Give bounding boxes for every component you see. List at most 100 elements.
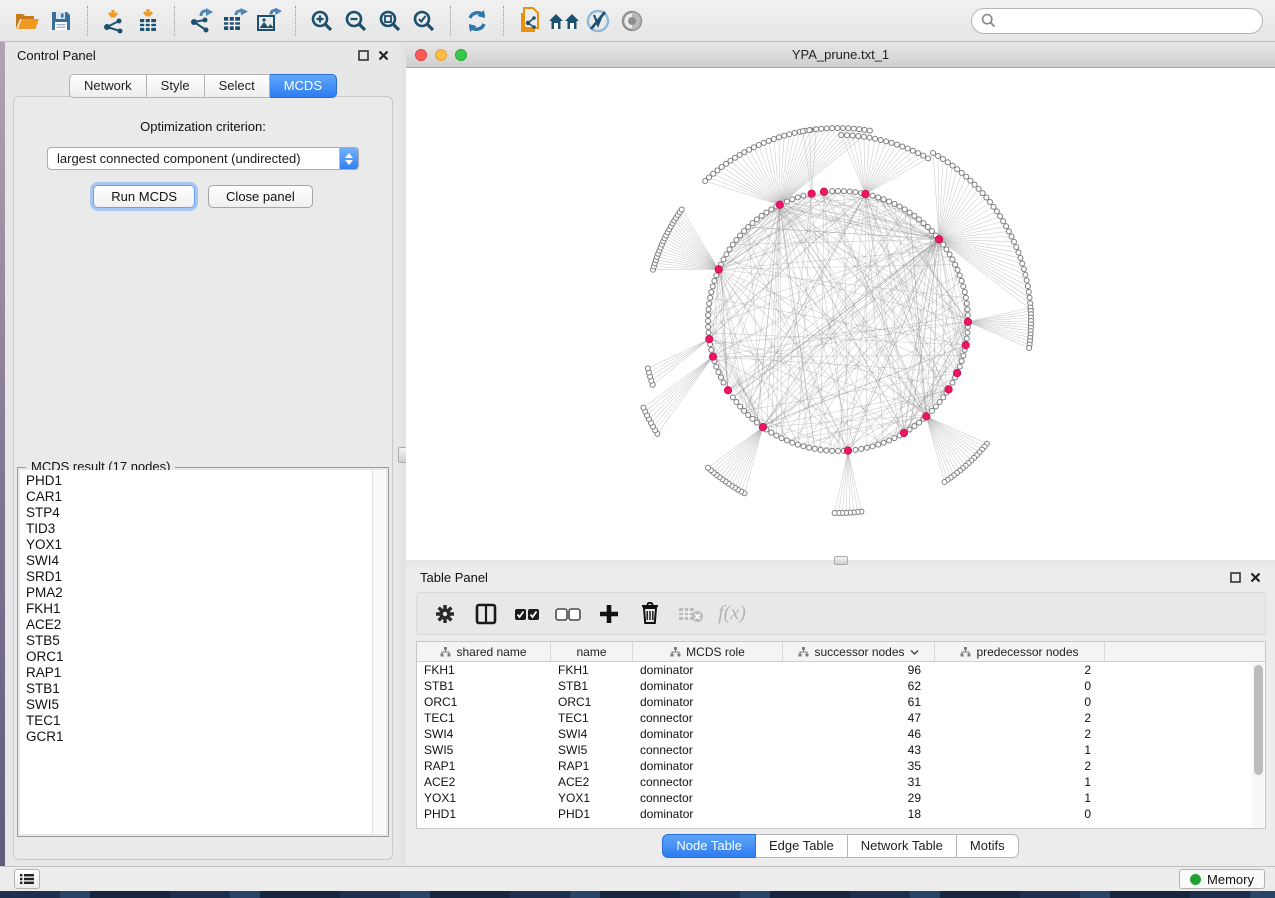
cell-predecessor-nodes: 2 xyxy=(935,758,1105,774)
tab-edge-table[interactable]: Edge Table xyxy=(756,834,848,858)
table-row[interactable]: TEC1TEC1connector472 xyxy=(417,710,1265,726)
result-list-item[interactable]: YOX1 xyxy=(26,537,372,553)
table-settings-gear-icon[interactable] xyxy=(429,598,461,630)
zoom-out-icon[interactable] xyxy=(339,5,373,37)
create-column-icon[interactable] xyxy=(593,598,625,630)
network-view-canvas[interactable] xyxy=(406,68,1275,560)
result-list-item[interactable]: RAP1 xyxy=(26,665,372,681)
result-list-item[interactable]: TEC1 xyxy=(26,713,372,729)
table-row[interactable]: SWI5SWI5connector431 xyxy=(417,742,1265,758)
float-window-icon[interactable] xyxy=(1230,572,1241,583)
mcds-result-list[interactable]: PHD1CAR1STP4TID3YOX1SWI4SRD1PMA2FKH1ACE2… xyxy=(20,470,372,834)
table-row[interactable]: YOX1YOX1connector291 xyxy=(417,790,1265,806)
tab-select[interactable]: Select xyxy=(205,74,270,98)
run-mcds-button[interactable]: Run MCDS xyxy=(93,185,195,208)
import-network-icon[interactable] xyxy=(97,5,131,37)
tab-style[interactable]: Style xyxy=(147,74,205,98)
node-table: shared namenameMCDS rolesuccessor nodesp… xyxy=(416,641,1266,829)
result-list-item[interactable]: SWI5 xyxy=(26,697,372,713)
result-list-item[interactable]: PHD1 xyxy=(26,473,372,489)
column-header-successor-nodes[interactable]: successor nodes xyxy=(783,642,935,661)
table-row[interactable]: RAP1RAP1dominator352 xyxy=(417,758,1265,774)
result-list-item[interactable]: STB5 xyxy=(26,633,372,649)
result-list-scrollbar[interactable] xyxy=(372,470,386,834)
function-builder-icon[interactable]: f(x) xyxy=(716,598,748,630)
select-all-icon[interactable] xyxy=(511,598,543,630)
float-window-icon[interactable] xyxy=(358,50,369,61)
save-icon[interactable] xyxy=(44,5,78,37)
table-scrollbar[interactable] xyxy=(1252,663,1264,827)
table-row[interactable]: FKH1FKH1dominator962 xyxy=(417,662,1265,678)
zoom-selected-icon[interactable] xyxy=(407,5,441,37)
tab-network-table[interactable]: Network Table xyxy=(848,834,957,858)
result-list-item[interactable]: SWI4 xyxy=(26,553,372,569)
tab-motifs[interactable]: Motifs xyxy=(957,834,1019,858)
hide-selected-icon[interactable] xyxy=(581,5,615,37)
export-image-icon[interactable] xyxy=(252,5,286,37)
result-list-item[interactable]: PMA2 xyxy=(26,585,372,601)
zoom-fit-icon[interactable] xyxy=(373,5,407,37)
cell-shared-name: YOX1 xyxy=(417,790,551,806)
show-all-icon[interactable] xyxy=(615,5,649,37)
control-panel-tabs: NetworkStyleSelectMCDS xyxy=(5,74,401,98)
show-task-history-button[interactable] xyxy=(14,869,40,889)
control-panel: Control Panel NetworkStyleSelectMCDS Opt… xyxy=(5,42,401,866)
refresh-layout-icon[interactable] xyxy=(460,5,494,37)
result-list-item[interactable]: STP4 xyxy=(26,505,372,521)
memory-status-icon xyxy=(1190,874,1201,885)
column-header-MCDS-role[interactable]: MCDS role xyxy=(633,642,783,661)
control-panel-titlebar: Control Panel xyxy=(5,42,401,68)
show-columns-icon[interactable] xyxy=(470,598,502,630)
cell-successor-nodes: 31 xyxy=(783,774,935,790)
result-list-item[interactable]: ACE2 xyxy=(26,617,372,633)
table-scrollbar-thumb[interactable] xyxy=(1254,665,1263,775)
result-list-item[interactable]: STB1 xyxy=(26,681,372,697)
cell-shared-name: FKH1 xyxy=(417,662,551,678)
search-input[interactable] xyxy=(1002,13,1253,28)
import-table-icon[interactable] xyxy=(131,5,165,37)
tab-mcds[interactable]: MCDS xyxy=(270,74,337,98)
cell-predecessor-nodes: 1 xyxy=(935,742,1105,758)
cell-name: STB1 xyxy=(551,678,633,694)
memory-button[interactable]: Memory xyxy=(1179,869,1265,889)
tab-network[interactable]: Network xyxy=(69,74,147,98)
close-panel-icon[interactable] xyxy=(1250,572,1261,583)
cell-MCDS-role: dominator xyxy=(633,758,783,774)
export-network-icon[interactable] xyxy=(184,5,218,37)
deselect-all-icon[interactable] xyxy=(552,598,584,630)
desktop-wallpaper-bottom xyxy=(0,891,1275,898)
criterion-dropdown[interactable]: largest connected component (undirected) xyxy=(47,147,359,170)
result-list-item[interactable]: CAR1 xyxy=(26,489,372,505)
cell-shared-name: RAP1 xyxy=(417,758,551,774)
close-panel-button[interactable]: Close panel xyxy=(208,185,313,208)
table-row[interactable]: ACE2ACE2connector311 xyxy=(417,774,1265,790)
table-row[interactable]: ORC1ORC1dominator610 xyxy=(417,694,1265,710)
table-row[interactable]: SWI4SWI4dominator462 xyxy=(417,726,1265,742)
cell-predecessor-nodes: 2 xyxy=(935,726,1105,742)
tab-node-table[interactable]: Node Table xyxy=(662,834,756,858)
cell-predecessor-nodes: 1 xyxy=(935,790,1105,806)
delete-table-icon[interactable] xyxy=(675,598,707,630)
column-header-name[interactable]: name xyxy=(551,642,633,661)
zoom-in-icon[interactable] xyxy=(305,5,339,37)
result-list-item[interactable]: ORC1 xyxy=(26,649,372,665)
open-folder-icon[interactable] xyxy=(10,5,44,37)
first-neighbors-icon[interactable] xyxy=(547,5,581,37)
cell-shared-name: SWI4 xyxy=(417,726,551,742)
result-list-item[interactable]: TID3 xyxy=(26,521,372,537)
table-row[interactable]: PHD1PHD1dominator180 xyxy=(417,806,1265,822)
result-list-item[interactable]: FKH1 xyxy=(26,601,372,617)
splitter-grip[interactable] xyxy=(834,556,848,565)
delete-column-icon[interactable] xyxy=(634,598,666,630)
result-list-item[interactable]: SRD1 xyxy=(26,569,372,585)
cell-successor-nodes: 35 xyxy=(783,758,935,774)
result-list-item[interactable]: GCR1 xyxy=(26,729,372,745)
close-panel-icon[interactable] xyxy=(378,50,389,61)
column-header-shared-name[interactable]: shared name xyxy=(417,642,551,661)
network-from-clipboard-icon[interactable] xyxy=(513,5,547,37)
search-box[interactable] xyxy=(971,8,1263,34)
network-titlebar[interactable]: YPA_prune.txt_1 xyxy=(406,42,1275,68)
table-row[interactable]: STB1STB1dominator620 xyxy=(417,678,1265,694)
column-header-predecessor-nodes[interactable]: predecessor nodes xyxy=(935,642,1105,661)
export-table-icon[interactable] xyxy=(218,5,252,37)
